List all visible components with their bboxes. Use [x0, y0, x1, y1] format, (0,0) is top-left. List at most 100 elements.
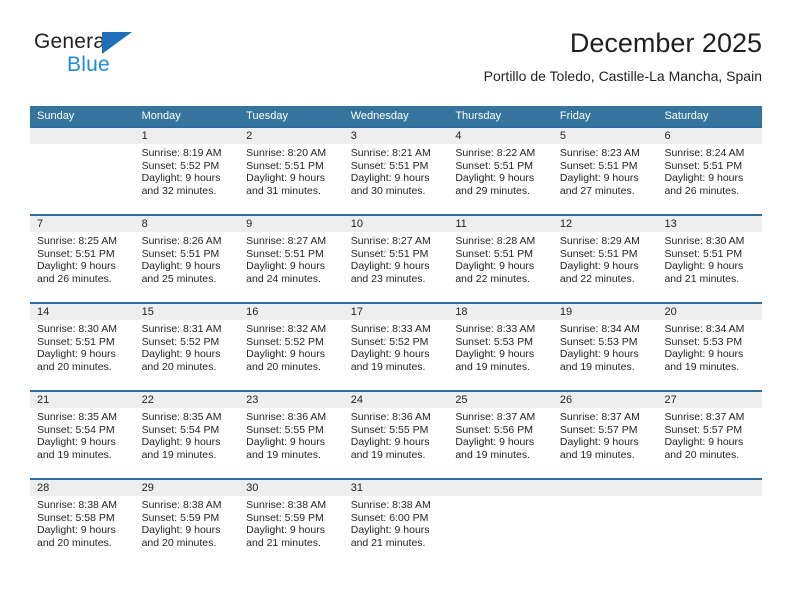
- day-details: Sunrise: 8:38 AM Sunset: 5:59 PM Dayligh…: [239, 496, 344, 549]
- sunset-text: Sunset: 5:51 PM: [37, 335, 115, 348]
- day-details: Sunrise: 8:31 AM Sunset: 5:52 PM Dayligh…: [135, 320, 240, 373]
- day-number: 1: [134, 128, 240, 144]
- day-cell[interactable]: 10 Sunrise: 8:27 AM Sunset: 5:51 PM Dayl…: [343, 216, 449, 302]
- day-details: Sunrise: 8:34 AM Sunset: 5:53 PM Dayligh…: [553, 320, 658, 373]
- daylight-text-line2: and 26 minutes.: [664, 184, 740, 197]
- day-cell[interactable]: 19 Sunrise: 8:34 AM Sunset: 5:53 PM Dayl…: [552, 304, 658, 390]
- sunset-text: Sunset: 5:53 PM: [559, 335, 638, 348]
- day-cell[interactable]: 5 Sunrise: 8:23 AM Sunset: 5:51 PM Dayli…: [552, 128, 658, 214]
- daylight-text-line2: and 19 minutes.: [455, 360, 531, 373]
- daylight-text-line1: Daylight: 9 hours: [141, 524, 221, 537]
- sunset-text: Sunset: 5:56 PM: [455, 423, 533, 436]
- day-cell[interactable]: 22 Sunrise: 8:35 AM Sunset: 5:54 PM Dayl…: [134, 392, 240, 478]
- day-number: 19: [552, 304, 658, 320]
- sunrise-text: Sunrise: 8:23 AM: [559, 147, 640, 159]
- day-cell[interactable]: 29 Sunrise: 8:38 AM Sunset: 5:59 PM Dayl…: [134, 480, 240, 566]
- daylight-text-line1: Daylight: 9 hours: [455, 260, 535, 273]
- title-block: December 2025 Portillo de Toledo, Castil…: [484, 26, 762, 85]
- sunrise-text: Sunrise: 8:25 AM: [37, 235, 117, 247]
- daylight-text-line2: and 20 minutes.: [37, 536, 112, 549]
- day-number: 5: [552, 128, 658, 144]
- day-cell[interactable]: 12 Sunrise: 8:29 AM Sunset: 5:51 PM Dayl…: [552, 216, 658, 302]
- day-cell[interactable]: 16 Sunrise: 8:32 AM Sunset: 5:52 PM Dayl…: [239, 304, 344, 390]
- day-number: 7: [30, 216, 135, 232]
- day-cell[interactable]: 26 Sunrise: 8:37 AM Sunset: 5:57 PM Dayl…: [552, 392, 658, 478]
- sunset-text: Sunset: 5:52 PM: [350, 335, 429, 348]
- daylight-text-line1: Daylight: 9 hours: [246, 172, 325, 185]
- day-details: Sunrise: 8:30 AM Sunset: 5:51 PM Dayligh…: [30, 320, 135, 373]
- day-cell[interactable]: [552, 480, 658, 566]
- sunrise-text: Sunrise: 8:35 AM: [37, 411, 117, 423]
- logo-triangle-icon: [102, 32, 132, 54]
- daylight-text-line2: and 20 minutes.: [37, 360, 112, 373]
- day-cell[interactable]: 18 Sunrise: 8:33 AM Sunset: 5:53 PM Dayl…: [448, 304, 553, 390]
- sunrise-text: Sunrise: 8:38 AM: [246, 499, 327, 511]
- day-cell[interactable]: 3 Sunrise: 8:21 AM Sunset: 5:51 PM Dayli…: [343, 128, 449, 214]
- sunrise-text: Sunrise: 8:35 AM: [141, 411, 222, 423]
- daylight-text-line1: Daylight: 9 hours: [350, 260, 430, 273]
- daylight-text-line2: and 19 minutes.: [246, 448, 321, 461]
- daylight-text-line1: Daylight: 9 hours: [246, 260, 325, 273]
- day-cell[interactable]: 4 Sunrise: 8:22 AM Sunset: 5:51 PM Dayli…: [448, 128, 553, 214]
- daylight-text-line1: Daylight: 9 hours: [141, 436, 221, 449]
- daylight-text-line2: and 19 minutes.: [664, 360, 740, 373]
- sunset-text: Sunset: 5:54 PM: [37, 423, 115, 436]
- daylight-text-line1: Daylight: 9 hours: [455, 172, 535, 185]
- day-cell[interactable]: 28 Sunrise: 8:38 AM Sunset: 5:58 PM Dayl…: [30, 480, 135, 566]
- daylight-text-line2: and 30 minutes.: [350, 184, 426, 197]
- sunrise-text: Sunrise: 8:19 AM: [141, 147, 222, 159]
- day-cell[interactable]: 13 Sunrise: 8:30 AM Sunset: 5:51 PM Dayl…: [657, 216, 763, 302]
- day-details: Sunrise: 8:21 AM Sunset: 5:51 PM Dayligh…: [344, 144, 449, 197]
- daylight-text-line1: Daylight: 9 hours: [141, 260, 221, 273]
- day-details: [448, 496, 553, 499]
- day-details: Sunrise: 8:36 AM Sunset: 5:55 PM Dayligh…: [239, 408, 344, 461]
- daylight-text-line1: Daylight: 9 hours: [246, 524, 325, 537]
- day-cell[interactable]: 9 Sunrise: 8:27 AM Sunset: 5:51 PM Dayli…: [239, 216, 344, 302]
- sunrise-text: Sunrise: 8:37 AM: [559, 411, 640, 423]
- day-details: Sunrise: 8:25 AM Sunset: 5:51 PM Dayligh…: [30, 232, 135, 285]
- day-cell[interactable]: 8 Sunrise: 8:26 AM Sunset: 5:51 PM Dayli…: [134, 216, 240, 302]
- sunrise-text: Sunrise: 8:24 AM: [664, 147, 745, 159]
- day-number: 15: [134, 304, 240, 320]
- day-number: 2: [239, 128, 344, 144]
- daylight-text-line1: Daylight: 9 hours: [37, 348, 116, 361]
- daylight-text-line1: Daylight: 9 hours: [350, 348, 430, 361]
- day-cell[interactable]: [448, 480, 553, 566]
- day-cell[interactable]: [657, 480, 763, 566]
- day-cell[interactable]: 7 Sunrise: 8:25 AM Sunset: 5:51 PM Dayli…: [30, 216, 135, 302]
- day-cell[interactable]: 17 Sunrise: 8:33 AM Sunset: 5:52 PM Dayl…: [343, 304, 449, 390]
- sunrise-text: Sunrise: 8:36 AM: [350, 411, 431, 423]
- sunset-text: Sunset: 5:51 PM: [37, 247, 115, 260]
- day-details: Sunrise: 8:36 AM Sunset: 5:55 PM Dayligh…: [344, 408, 449, 461]
- day-cell[interactable]: [30, 128, 135, 214]
- sunrise-text: Sunrise: 8:27 AM: [350, 235, 431, 247]
- day-cell[interactable]: 27 Sunrise: 8:37 AM Sunset: 5:57 PM Dayl…: [657, 392, 763, 478]
- day-details: Sunrise: 8:30 AM Sunset: 5:51 PM Dayligh…: [657, 232, 762, 285]
- sunrise-text: Sunrise: 8:33 AM: [455, 323, 536, 335]
- day-details: Sunrise: 8:19 AM Sunset: 5:52 PM Dayligh…: [135, 144, 240, 197]
- day-number: 12: [552, 216, 658, 232]
- day-cell[interactable]: 31 Sunrise: 8:38 AM Sunset: 6:00 PM Dayl…: [343, 480, 449, 566]
- day-cell[interactable]: 20 Sunrise: 8:34 AM Sunset: 5:53 PM Dayl…: [657, 304, 763, 390]
- sunset-text: Sunset: 5:52 PM: [141, 159, 220, 172]
- day-cell[interactable]: 11 Sunrise: 8:28 AM Sunset: 5:51 PM Dayl…: [448, 216, 553, 302]
- day-number: 16: [239, 304, 344, 320]
- day-cell[interactable]: 23 Sunrise: 8:36 AM Sunset: 5:55 PM Dayl…: [239, 392, 344, 478]
- sunset-text: Sunset: 5:51 PM: [141, 247, 220, 260]
- daylight-text-line2: and 19 minutes.: [350, 448, 426, 461]
- day-cell[interactable]: 14 Sunrise: 8:30 AM Sunset: 5:51 PM Dayl…: [30, 304, 135, 390]
- week-row: 7 Sunrise: 8:25 AM Sunset: 5:51 PM Dayli…: [30, 214, 763, 302]
- day-cell[interactable]: 15 Sunrise: 8:31 AM Sunset: 5:52 PM Dayl…: [134, 304, 240, 390]
- day-cell[interactable]: 1 Sunrise: 8:19 AM Sunset: 5:52 PM Dayli…: [134, 128, 240, 214]
- sunrise-text: Sunrise: 8:32 AM: [246, 323, 327, 335]
- sunrise-text: Sunrise: 8:21 AM: [350, 147, 431, 159]
- day-cell[interactable]: 6 Sunrise: 8:24 AM Sunset: 5:51 PM Dayli…: [657, 128, 763, 214]
- day-cell[interactable]: 25 Sunrise: 8:37 AM Sunset: 5:56 PM Dayl…: [448, 392, 553, 478]
- sunset-text: Sunset: 5:57 PM: [664, 423, 743, 436]
- general-blue-logo[interactable]: General Blue: [34, 30, 184, 80]
- day-cell[interactable]: 21 Sunrise: 8:35 AM Sunset: 5:54 PM Dayl…: [30, 392, 135, 478]
- day-cell[interactable]: 24 Sunrise: 8:36 AM Sunset: 5:55 PM Dayl…: [343, 392, 449, 478]
- day-details: Sunrise: 8:38 AM Sunset: 5:58 PM Dayligh…: [30, 496, 135, 549]
- day-cell[interactable]: 2 Sunrise: 8:20 AM Sunset: 5:51 PM Dayli…: [239, 128, 344, 214]
- day-cell[interactable]: 30 Sunrise: 8:38 AM Sunset: 5:59 PM Dayl…: [239, 480, 344, 566]
